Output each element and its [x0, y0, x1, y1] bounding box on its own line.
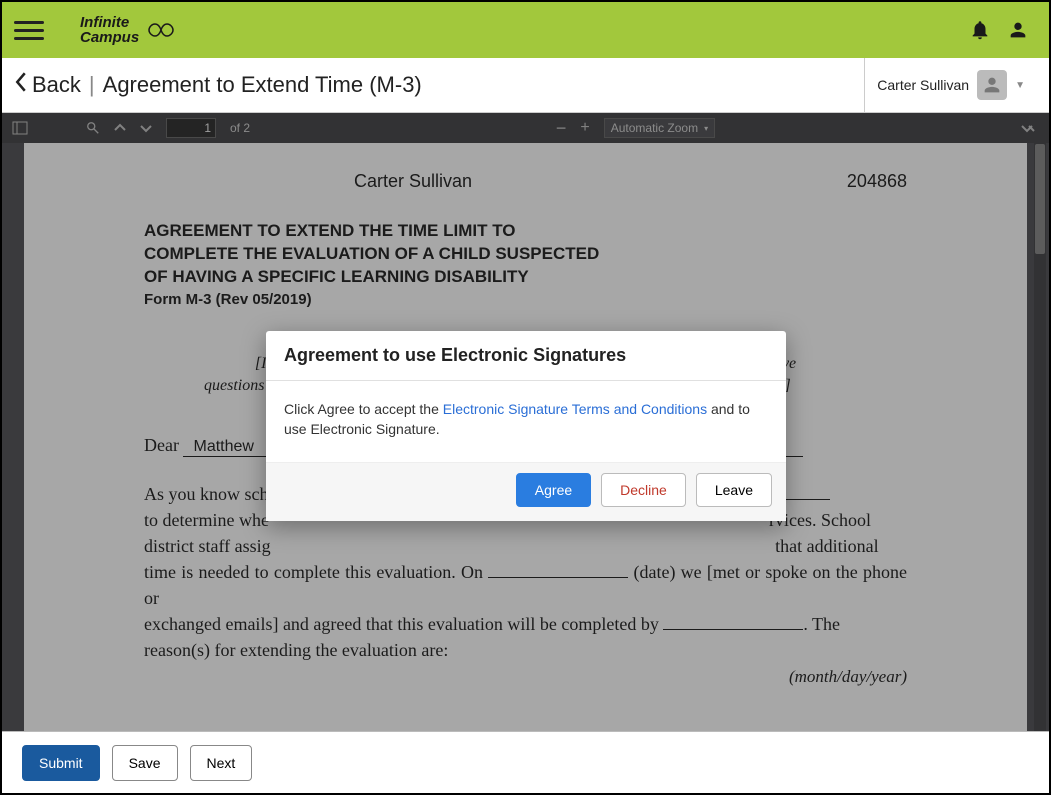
user-name: Carter Sullivan [877, 77, 969, 93]
profile-icon[interactable] [999, 11, 1037, 49]
esignature-modal: Agreement to use Electronic Signatures C… [266, 331, 786, 521]
next-button[interactable]: Next [190, 745, 253, 781]
modal-footer: Agree Decline Leave [266, 462, 786, 521]
top-bar: Infinite Campus [2, 2, 1049, 58]
modal-body: Click Agree to accept the Electronic Sig… [266, 381, 786, 462]
user-menu[interactable]: Carter Sullivan ▼ [864, 58, 1037, 112]
back-button[interactable]: Back [14, 72, 81, 98]
notifications-icon[interactable] [961, 11, 999, 49]
sub-bar: Back | Agreement to Extend Time (M-3) Ca… [2, 58, 1049, 113]
chevron-left-icon [14, 72, 28, 98]
infinity-icon [143, 21, 179, 39]
leave-button[interactable]: Leave [696, 473, 772, 507]
modal-title: Agreement to use Electronic Signatures [266, 331, 786, 381]
terms-link[interactable]: Electronic Signature Terms and Condition… [443, 401, 707, 417]
page-title: Agreement to Extend Time (M-3) [103, 72, 422, 98]
action-footer: Submit Save Next [2, 731, 1049, 793]
save-button[interactable]: Save [112, 745, 178, 781]
back-label: Back [32, 72, 81, 98]
brand-line2: Campus [80, 30, 139, 45]
caret-down-icon: ▼ [1015, 80, 1025, 91]
brand-logo[interactable]: Infinite Campus [80, 15, 179, 45]
brand-line1: Infinite [80, 15, 139, 30]
submit-button[interactable]: Submit [22, 745, 100, 781]
separator: | [89, 72, 95, 98]
modal-body-pre: Click Agree to accept the [284, 401, 443, 417]
decline-button[interactable]: Decline [601, 473, 686, 507]
avatar-icon [977, 70, 1007, 100]
agree-button[interactable]: Agree [516, 473, 591, 507]
menu-icon[interactable] [14, 15, 44, 45]
